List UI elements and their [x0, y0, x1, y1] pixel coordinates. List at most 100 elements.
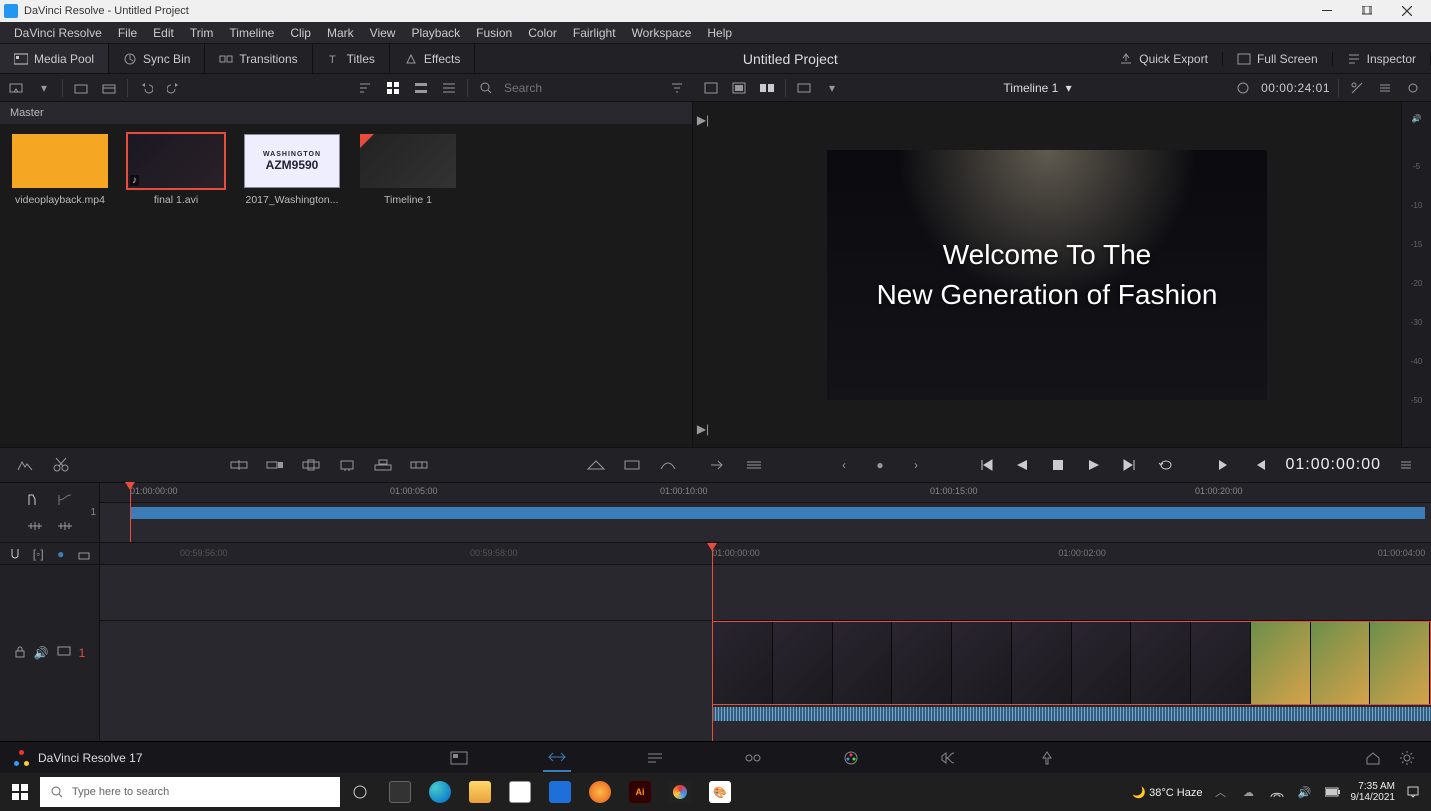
pool-search-input[interactable] — [504, 81, 659, 95]
position-timecode[interactable]: 01:00:00:00 — [1285, 456, 1381, 474]
timeline-audio-clip[interactable] — [712, 707, 1431, 721]
new-bin-button[interactable] — [71, 78, 91, 98]
taskbar-app-files[interactable] — [460, 773, 500, 811]
timeline-video-clip[interactable] — [712, 621, 1431, 705]
chevron-down-icon[interactable]: ▾ — [1066, 81, 1072, 95]
play-reverse-button[interactable] — [1011, 454, 1033, 476]
menu-trim[interactable]: Trim — [182, 26, 222, 40]
fast-review-button[interactable] — [707, 454, 729, 476]
full-screen-button[interactable]: Full Screen — [1223, 52, 1333, 66]
lock-icon[interactable] — [14, 646, 26, 661]
go-start-button[interactable] — [975, 454, 997, 476]
tray-clock[interactable]: 7:35 AM 9/14/2021 — [1351, 781, 1396, 803]
menu-fairlight[interactable]: Fairlight — [565, 26, 624, 40]
timeline-view-b-button[interactable] — [55, 490, 75, 510]
undo-button[interactable] — [136, 78, 156, 98]
strip-view-button[interactable] — [411, 78, 431, 98]
taskbar-app-explorer[interactable] — [380, 773, 420, 811]
ripple-overwrite-button[interactable] — [300, 454, 322, 476]
viewer-video-frame[interactable]: Welcome To The New Generation of Fashion — [827, 150, 1267, 400]
thumbnail-view-button[interactable] — [383, 78, 403, 98]
taskbar-app-store[interactable] — [500, 773, 540, 811]
pool-breadcrumb[interactable]: Master — [0, 102, 692, 124]
snap-button[interactable] — [8, 544, 22, 564]
menu-help[interactable]: Help — [699, 26, 740, 40]
page-deliver[interactable] — [1033, 744, 1061, 772]
viewer-mode-button[interactable] — [794, 78, 814, 98]
media-clip[interactable]: Timeline 1 — [360, 134, 456, 206]
smart-insert-button[interactable] — [228, 454, 250, 476]
taskbar-app-paint[interactable]: 🎨 — [700, 773, 740, 811]
tray-onedrive-icon[interactable]: ☁ — [1239, 782, 1259, 802]
taskbar-app-firefox[interactable] — [580, 773, 620, 811]
titles-toggle[interactable]: T Titles — [313, 44, 390, 73]
next-clip-button[interactable]: › — [905, 454, 927, 476]
chevron-down-icon[interactable]: ▾ — [34, 78, 54, 98]
lock-button[interactable] — [77, 544, 91, 564]
chevron-down-icon[interactable]: ▾ — [822, 78, 842, 98]
minimize-button[interactable] — [1307, 0, 1347, 22]
audio-trim-button[interactable] — [25, 516, 45, 536]
cut-tool-button[interactable] — [50, 454, 72, 476]
taskbar-app-resolve[interactable] — [660, 773, 700, 811]
speaker-icon[interactable]: 🔊 — [34, 646, 49, 660]
stop-button[interactable] — [1047, 454, 1069, 476]
go-end-button[interactable] — [1119, 454, 1141, 476]
tray-chevron-icon[interactable]: ︿ — [1211, 782, 1231, 802]
place-on-top-button[interactable] — [372, 454, 394, 476]
viewer-single-button[interactable] — [729, 78, 749, 98]
timeline-playhead[interactable] — [712, 543, 713, 741]
dissolve-button[interactable] — [585, 454, 607, 476]
tray-battery-icon[interactable] — [1323, 782, 1343, 802]
inspector-toggle[interactable]: Inspector — [1333, 52, 1431, 66]
video-trim-button[interactable] — [55, 516, 75, 536]
viewer-reset-button[interactable] — [1403, 78, 1423, 98]
menu-edit[interactable]: Edit — [145, 26, 182, 40]
page-media[interactable] — [445, 744, 473, 772]
list-view-button[interactable] — [439, 78, 459, 98]
page-color[interactable] — [837, 744, 865, 772]
page-fairlight[interactable] — [935, 744, 963, 772]
menu-clip[interactable]: Clip — [282, 26, 319, 40]
play-button[interactable] — [1083, 454, 1105, 476]
loop-button[interactable] — [1155, 454, 1177, 476]
sync-bin-toggle[interactable]: Sync Bin — [109, 44, 205, 73]
timeline-menu-button[interactable] — [1395, 454, 1417, 476]
viewer-timeline-name[interactable]: Timeline 1 — [1003, 81, 1058, 95]
menu-view[interactable]: View — [362, 26, 404, 40]
page-fusion[interactable] — [739, 744, 767, 772]
quick-export-button[interactable]: Quick Export — [1105, 52, 1223, 66]
jog-in-button[interactable] — [1213, 454, 1235, 476]
start-button[interactable] — [0, 773, 40, 811]
monitor-icon[interactable] — [57, 646, 71, 661]
marker-button[interactable]: [◦] — [32, 544, 45, 564]
media-clip[interactable]: ♪ final 1.avi — [128, 134, 224, 206]
menu-workspace[interactable]: Workspace — [624, 26, 700, 40]
viewer-dual-button[interactable] — [757, 78, 777, 98]
task-view-button[interactable] — [340, 773, 380, 811]
page-cut[interactable] — [543, 744, 571, 772]
close-button[interactable] — [1387, 0, 1427, 22]
source-overwrite-button[interactable] — [408, 454, 430, 476]
record-button[interactable]: ● — [869, 454, 891, 476]
home-button[interactable] — [1363, 748, 1383, 768]
overview-playhead[interactable] — [130, 483, 131, 542]
menu-davinci[interactable]: DaVinci Resolve — [6, 26, 110, 40]
tray-notifications-icon[interactable] — [1403, 782, 1423, 802]
tools-button[interactable] — [657, 454, 679, 476]
tray-volume-icon[interactable]: 🔊 — [1295, 782, 1315, 802]
menu-playback[interactable]: Playback — [403, 26, 468, 40]
transform-button[interactable] — [743, 454, 765, 476]
media-clip[interactable]: videoplayback.mp4 — [12, 134, 108, 206]
media-clip[interactable]: WASHINGTON AZM9590 2017_Washington... — [244, 134, 340, 206]
speaker-icon[interactable]: 🔊 — [1407, 108, 1427, 128]
redo-button[interactable] — [164, 78, 184, 98]
boring-detector-button[interactable] — [14, 454, 36, 476]
transitions-toggle[interactable]: Transitions — [205, 44, 312, 73]
prev-clip-button[interactable]: ‹ — [833, 454, 855, 476]
overview-clip-bar[interactable] — [130, 507, 1425, 519]
jog-out-button[interactable] — [1249, 454, 1271, 476]
next-edit-button[interactable]: ▶| — [693, 110, 713, 130]
taskbar-search[interactable]: Type here to search — [40, 777, 340, 807]
append-button[interactable] — [264, 454, 286, 476]
